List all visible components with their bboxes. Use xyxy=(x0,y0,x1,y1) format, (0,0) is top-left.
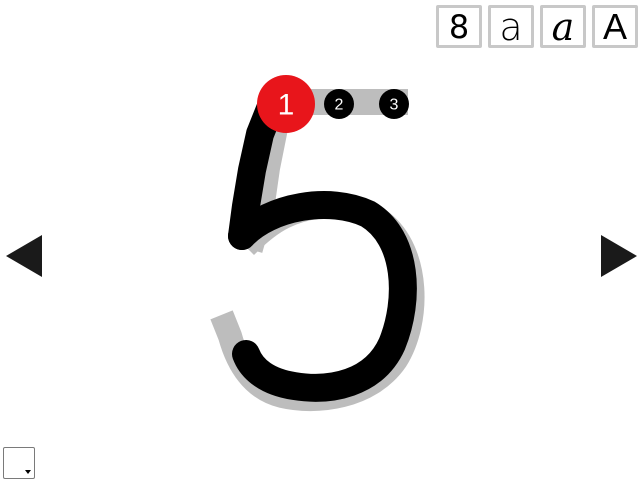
stroke-marker-3-label: 3 xyxy=(390,97,399,114)
stroke-marker-1-label: 1 xyxy=(278,89,295,122)
stroke-marker-1[interactable]: 1 xyxy=(257,75,315,133)
stroke-marker-2-label: 2 xyxy=(335,97,344,114)
color-picker-button[interactable] xyxy=(3,447,35,479)
tracing-canvas[interactable]: 1 2 3 xyxy=(0,0,643,482)
stroke-marker-2[interactable]: 2 xyxy=(324,89,354,119)
ink-stroke-bowl xyxy=(228,191,417,402)
stroke-order-markers: 1 2 3 xyxy=(257,75,409,133)
ink-strokes xyxy=(228,90,417,402)
stroke-marker-3[interactable]: 3 xyxy=(379,89,409,119)
chevron-down-icon xyxy=(25,470,31,474)
